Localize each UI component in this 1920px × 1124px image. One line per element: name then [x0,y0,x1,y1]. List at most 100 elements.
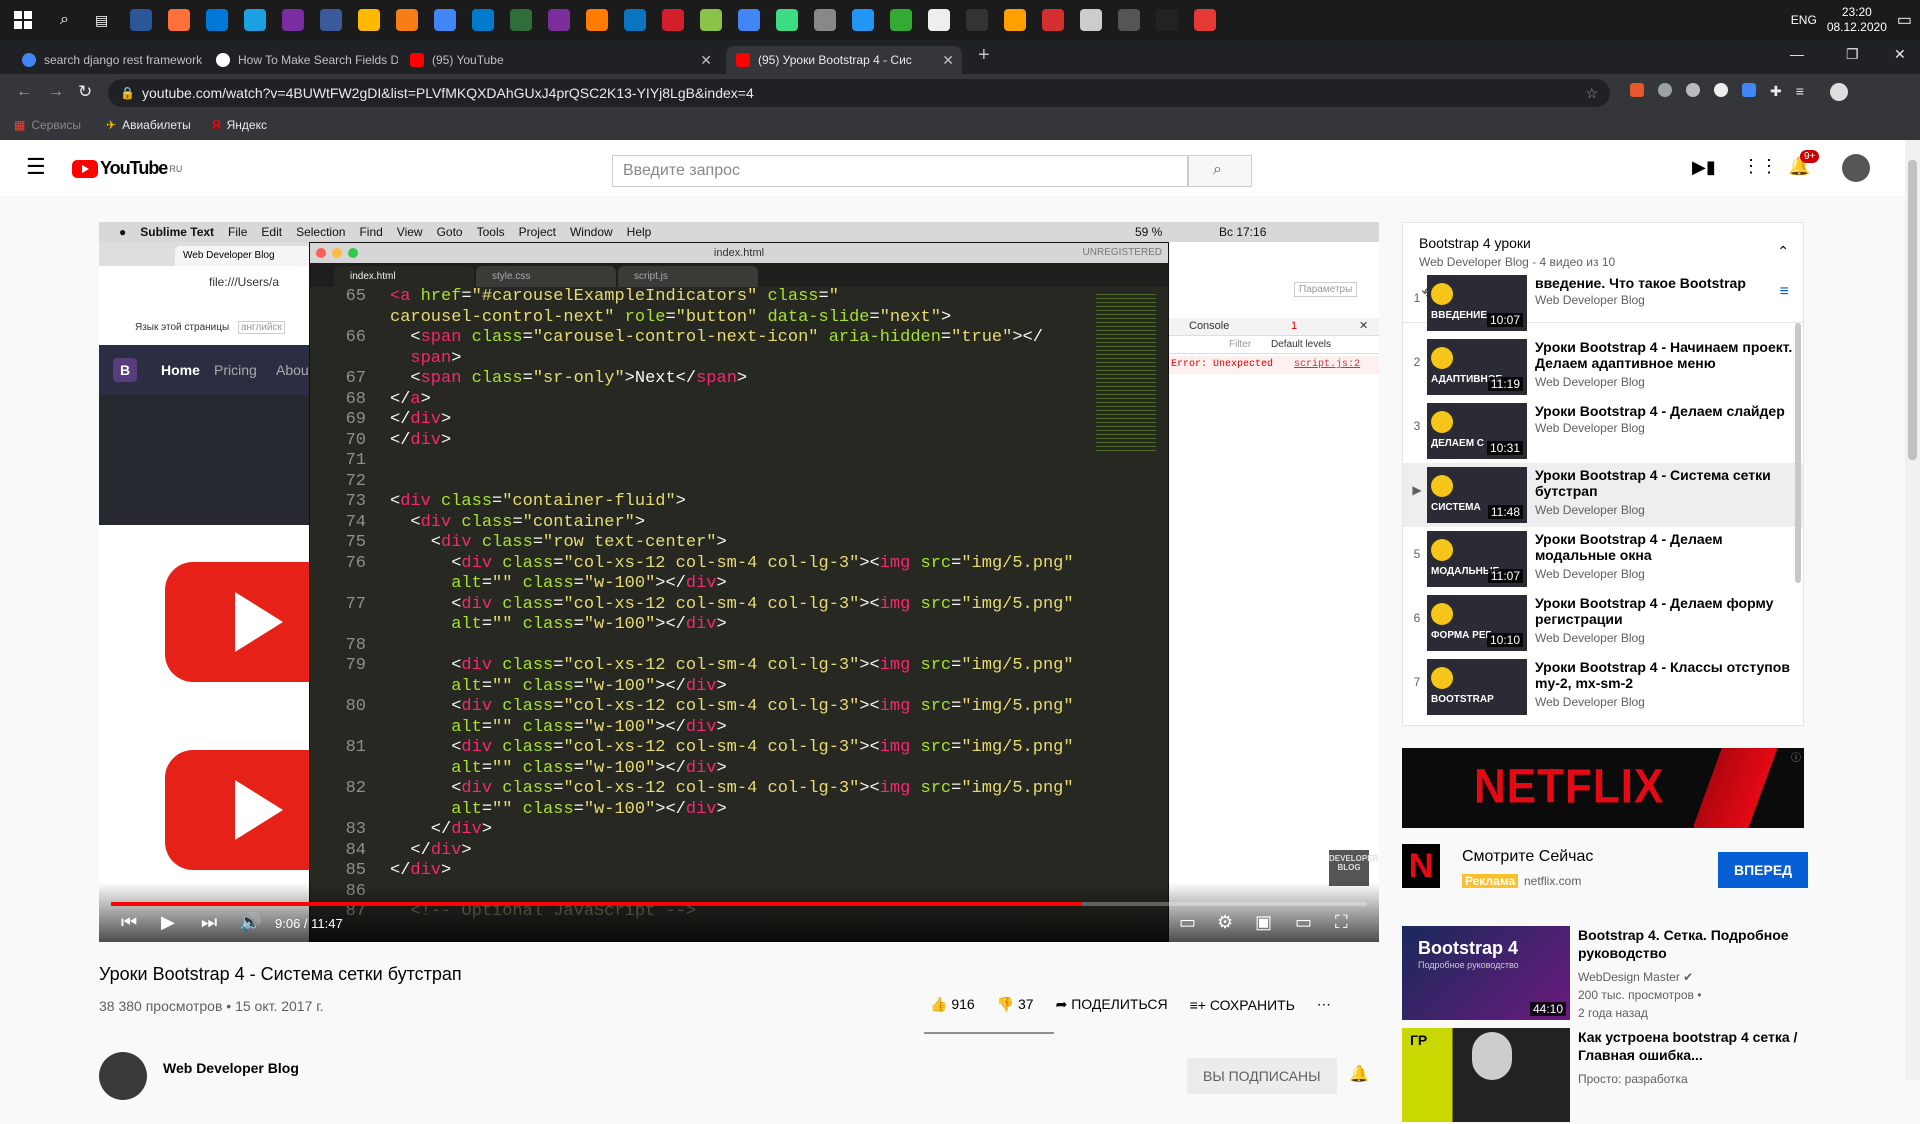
menu-icon[interactable]: ☰ [26,154,46,180]
address-bar[interactable]: 🔒 youtube.com/watch?v=4BUWtFW2gDI&list=P… [108,79,1610,107]
bookmark-item[interactable]: ✈ Авиабилеты [106,118,191,132]
playlist-item[interactable]: ▶ СИСТЕМА 11:48 Уроки Bootstrap 4 - Система… [1403,463,1803,527]
restore-window-icon[interactable]: ❐ [1846,46,1859,63]
taskbar-app-icon[interactable] [1080,9,1103,31]
language-indicator[interactable]: ENG [1791,13,1817,27]
taskbar-app-icon[interactable] [1118,9,1141,31]
playlist-item[interactable]: 7 BOOTSTRAP Уроки Bootstrap 4 - Классы отс… [1403,655,1803,719]
taskbar-app-icon[interactable] [700,9,723,31]
progress-bar[interactable] [111,902,1367,906]
bookmark-apps[interactable]: ▦ Сервисы [14,118,81,132]
ad-headline[interactable]: Смотрите Сейчас [1462,848,1593,866]
page-scrollbar[interactable] [1905,140,1920,1080]
taskbar-app-icon[interactable] [320,9,343,31]
miniplayer-icon[interactable]: ▣ [1255,912,1272,933]
scrollbar-thumb[interactable] [1908,160,1917,460]
playlist-item[interactable]: 2 АДАПТИВНОЕ 11:19 Уроки Bootstrap 4 - Начи… [1403,335,1803,399]
playlist-item[interactable]: 6 ФОРМА РЕГ 10:10 Уроки Bootstrap 4 - Делае… [1403,591,1803,655]
back-icon[interactable]: ← [16,83,32,101]
dislike-button[interactable]: 👎 37 [997,996,1034,1013]
taskbar-app-icon[interactable] [206,9,229,31]
extension-icon[interactable] [1686,83,1700,97]
recommended-video[interactable]: Bootstrap 4 Подробное руководство 44:10 … [1402,926,1822,1022]
volume-icon[interactable]: 🔊 [239,912,261,933]
browser-tab-active[interactable]: (95) Уроки Bootstrap 4 - Сис ✕ [726,46,962,74]
profile-avatar[interactable] [1829,83,1848,101]
share-button[interactable]: ➦ ПОДЕЛИТЬСЯ [1056,996,1168,1013]
forward-icon[interactable]: → [48,83,64,101]
play-icon[interactable]: ▶ [161,912,175,933]
create-video-icon[interactable]: ▶▮ [1692,157,1716,178]
collapse-chevron-icon[interactable]: ⌃ [1777,243,1789,260]
extension-icon[interactable] [1714,83,1728,97]
taskbar-app-icon[interactable] [586,9,609,31]
taskbar-app-icon[interactable] [548,9,571,31]
close-window-icon[interactable]: ✕ [1894,46,1906,63]
youtube-logo[interactable]: YouTube RU [72,158,182,179]
taskbar-app-icon[interactable] [168,9,191,31]
taskbar-app-icon[interactable] [244,9,267,31]
recommended-video[interactable]: ГР Как устроена bootstrap 4 сетка / Глав… [1402,1028,1822,1124]
taskbar-app-icon[interactable] [510,9,533,31]
notification-icon[interactable]: ▭ [1897,10,1912,30]
subtitles-icon[interactable]: ▭ [1179,912,1196,933]
taskbar-app-icon[interactable] [966,9,989,31]
bookmark-item[interactable]: Я Яндекс [212,118,267,132]
search-button[interactable]: ⌕ [1188,155,1252,187]
search-icon[interactable]: ⌕ [60,11,69,29]
taskbar-app-icon[interactable] [472,9,495,31]
search-input[interactable]: Введите запрос [612,155,1188,187]
previous-icon[interactable]: ⏮ [121,912,137,933]
save-button[interactable]: ≡+ СОХРАНИТЬ [1190,997,1295,1013]
taskbar-app-icon[interactable] [852,9,875,31]
ad-info-icon[interactable]: ⓘ [1791,749,1801,764]
taskbar-app-icon[interactable] [434,9,457,31]
more-actions-icon[interactable]: ⋯ [1317,996,1331,1013]
task-view-icon[interactable]: ▤ [95,12,108,29]
subscribed-button[interactable]: ВЫ ПОДПИСАНЫ [1187,1058,1337,1094]
playlist-item[interactable]: 5 МОДАЛЬНЫЕ 11:07 Уроки Bootstrap 4 - Делае… [1403,527,1803,591]
taskbar-app-icon[interactable] [776,9,799,31]
extension-icon[interactable] [1658,83,1672,97]
puzzle-icon[interactable]: ✚ [1770,83,1782,101]
windows-start-icon[interactable] [14,11,32,29]
next-icon[interactable]: ⏭ [201,912,217,933]
ad-banner[interactable]: NETFLIX ⓘ [1402,748,1804,828]
translate-extension-icon[interactable] [1742,83,1756,97]
extension-icon[interactable] [1630,83,1644,97]
playlist-item[interactable]: 1 ВВЕДЕНИЕ 10:07 введение. Что такое Bootst… [1403,271,1803,335]
taskbar-app-icon[interactable] [282,9,305,31]
fullscreen-icon[interactable]: ⛶ [1335,912,1348,933]
taskbar-app-icon[interactable] [928,9,951,31]
reload-icon[interactable]: ↻ [78,82,92,102]
taskbar-app-icon[interactable] [814,9,837,31]
theater-mode-icon[interactable]: ▭ [1295,912,1312,933]
apps-icon[interactable]: ⋮⋮ [1742,156,1778,177]
clock[interactable]: 23:20 08.12.2020 [1827,5,1887,35]
new-tab-icon[interactable]: + [978,44,990,67]
taskbar-app-icon[interactable] [1194,9,1217,31]
close-tab-icon[interactable]: ✕ [942,52,954,69]
taskbar-app-icon[interactable] [1042,9,1065,31]
playlist-scrollbar[interactable] [1795,323,1801,583]
media-icon[interactable]: ≡ [1796,83,1804,101]
taskbar-app-icon[interactable] [1004,9,1027,31]
video-player[interactable]: Web Developer Blog file:///Users/a Язык … [99,222,1379,942]
browser-tab[interactable]: search django rest framework - Google [12,46,204,74]
bookmark-star-icon[interactable]: ☆ [1585,79,1598,107]
taskbar-app-icon[interactable] [662,9,685,31]
taskbar-app-icon[interactable] [890,9,913,31]
like-button[interactable]: 👍 916 [930,996,975,1013]
taskbar-app-icon[interactable] [358,9,381,31]
minimize-window-icon[interactable]: — [1790,46,1804,62]
taskbar-app-icon[interactable] [130,9,153,31]
channel-name[interactable]: Web Developer Blog [163,1060,299,1076]
playlist-item[interactable]: 3 ДЕЛАЕМ С 10:31 Уроки Bootstrap 4 - Делаем… [1403,399,1803,463]
notification-bell-icon[interactable]: 🔔 [1349,1064,1369,1084]
settings-gear-icon[interactable]: ⚙ [1217,912,1233,933]
channel-avatar[interactable] [99,1052,147,1100]
close-tab-icon[interactable]: ✕ [700,52,712,69]
browser-tab[interactable]: (95) YouTube ✕ [400,46,720,74]
account-avatar[interactable] [1842,154,1870,182]
ad-cta-button[interactable]: ВПЕРЕД [1718,852,1809,888]
